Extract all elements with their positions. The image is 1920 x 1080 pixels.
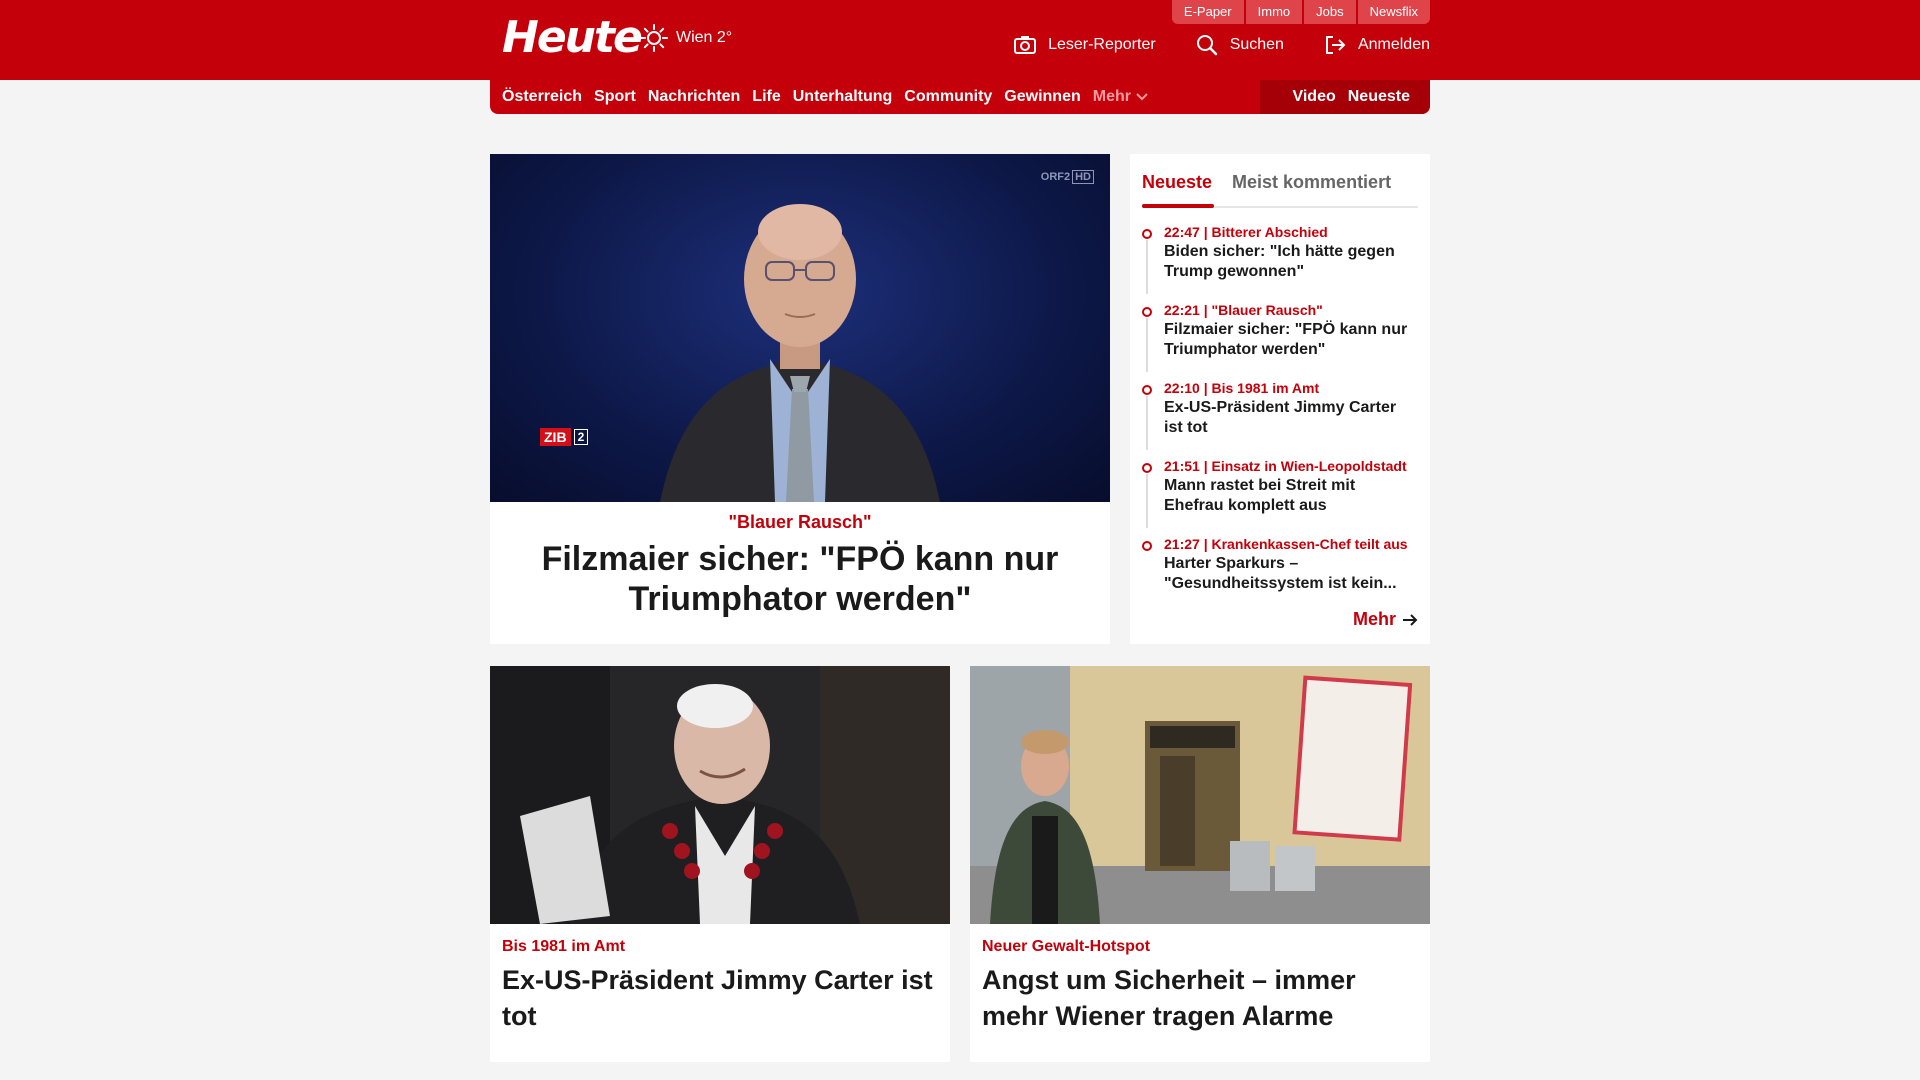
service-links: E-Paper Immo Jobs Newsflix bbox=[1170, 0, 1430, 24]
nav-item-oesterreich[interactable]: Österreich bbox=[502, 88, 582, 106]
immo-link[interactable]: Immo bbox=[1245, 0, 1303, 24]
feed-item-meta: 22:47 | Bitterer Abschied bbox=[1164, 224, 1328, 240]
timeline-dot bbox=[1142, 307, 1152, 317]
feed-item-meta: 21:27 | Krankenkassen-Chef teilt aus bbox=[1164, 536, 1408, 552]
latest-tabs: Neueste Meist kommentiert bbox=[1142, 164, 1418, 208]
feed-item-title[interactable]: Filzmaier sicher: "FPÖ kann nur Triumpha… bbox=[1164, 320, 1418, 360]
epaper-link[interactable]: E-Paper bbox=[1171, 0, 1244, 24]
feed-item-title[interactable]: Biden sicher: "Ich hätte gegen Trump gew… bbox=[1164, 242, 1418, 282]
nav-item-neueste[interactable]: Neueste bbox=[1348, 88, 1410, 106]
feed-item-meta: 21:51 | Einsatz in Wien-Leopoldstadt bbox=[1164, 458, 1407, 474]
search-icon bbox=[1196, 35, 1217, 56]
article-kicker: Neuer Gewalt-Hotspot bbox=[982, 938, 1151, 955]
nav-item-community[interactable]: Community bbox=[904, 88, 992, 106]
latest-more-link[interactable]: Mehr bbox=[1353, 609, 1418, 630]
latest-news-panel: Neueste Meist kommentiert 22:47 | Bitter… bbox=[1130, 154, 1430, 644]
arrow-right-icon bbox=[1403, 613, 1418, 626]
hero-article[interactable]: ORF2 HD ZIB 2 "Blauer Rausch" Filzmaier … bbox=[490, 154, 1110, 644]
hd-label: HD bbox=[1072, 170, 1094, 184]
feed-item-meta: 22:21 | "Blauer Rausch" bbox=[1164, 302, 1323, 318]
carter-photo-illustration bbox=[490, 666, 950, 924]
article-title[interactable]: Ex-US-Präsident Jimmy Carter ist tot bbox=[490, 956, 950, 1034]
orf2-label: ORF2 bbox=[1040, 171, 1071, 183]
article-image[interactable] bbox=[490, 666, 950, 924]
leser-reporter-label: Leser-Reporter bbox=[1048, 36, 1156, 53]
hero-image[interactable]: ORF2 HD ZIB 2 bbox=[490, 154, 1110, 502]
tab-meist-kommentiert[interactable]: Meist kommentiert bbox=[1232, 164, 1391, 206]
weather-label: Wien 2° bbox=[676, 29, 733, 46]
feed-item-title[interactable]: Ex-US-Präsident Jimmy Carter ist tot bbox=[1164, 398, 1418, 438]
timeline-dot bbox=[1142, 463, 1152, 473]
utility-nav: Leser-Reporter Suchen Anmelden bbox=[974, 34, 1430, 56]
nav-item-video[interactable]: Video bbox=[1292, 88, 1335, 106]
nav-item-unterhaltung[interactable]: Unterhaltung bbox=[793, 88, 893, 106]
article-title[interactable]: Angst um Sicherheit – immer mehr Wiener … bbox=[970, 956, 1430, 1034]
feed-item[interactable]: 22:10 | Bis 1981 im Amt Ex-US-Präsident … bbox=[1142, 380, 1418, 450]
article-card[interactable]: Bis 1981 im Amt Ex-US-Präsident Jimmy Ca… bbox=[490, 666, 950, 1062]
nav-item-nachrichten[interactable]: Nachrichten bbox=[648, 88, 740, 106]
jobs-link[interactable]: Jobs bbox=[1304, 0, 1356, 24]
nav-item-life[interactable]: Life bbox=[752, 88, 780, 106]
feed-item-title[interactable]: Harter Sparkurs – "Gesundheitssystem ist… bbox=[1164, 554, 1418, 594]
zib-label: ZIB bbox=[540, 428, 571, 446]
top-header: Heute Wien 2° E-Paper Immo Jobs Newsflix bbox=[0, 0, 1920, 80]
newsflix-link[interactable]: Newsflix bbox=[1357, 0, 1430, 24]
weather-widget[interactable]: Wien 2° bbox=[640, 24, 732, 52]
hero-kicker: "Blauer Rausch" bbox=[728, 512, 872, 532]
feed-item[interactable]: 21:51 | Einsatz in Wien-Leopoldstadt Man… bbox=[1142, 458, 1418, 528]
leser-reporter-button[interactable]: Leser-Reporter bbox=[1014, 35, 1156, 55]
heute-logo[interactable]: Heute bbox=[502, 12, 643, 63]
nav-more-label: Mehr bbox=[1092, 88, 1131, 105]
login-icon bbox=[1325, 36, 1346, 54]
feed-item[interactable]: 22:21 | "Blauer Rausch" Filzmaier sicher… bbox=[1142, 302, 1418, 372]
nav-more-dropdown[interactable]: Mehr bbox=[1093, 88, 1149, 106]
search-label: Suchen bbox=[1229, 36, 1284, 53]
latest-feed: 22:47 | Bitterer Abschied Biden sicher: … bbox=[1142, 224, 1418, 600]
timeline-dot bbox=[1142, 385, 1152, 395]
timeline-line bbox=[1146, 474, 1148, 528]
zib-number: 2 bbox=[573, 429, 589, 445]
search-button[interactable]: Suchen bbox=[1196, 34, 1284, 56]
nav-item-gewinnen[interactable]: Gewinnen bbox=[1004, 88, 1080, 106]
article-card[interactable]: Neuer Gewalt-Hotspot Angst um Sicherheit… bbox=[970, 666, 1430, 1062]
sun-icon bbox=[640, 24, 668, 52]
zib2-logo: ZIB 2 bbox=[540, 428, 589, 446]
feed-item-meta: 22:10 | Bis 1981 im Amt bbox=[1164, 380, 1320, 396]
tab-neueste[interactable]: Neueste bbox=[1142, 164, 1215, 208]
nav-item-sport[interactable]: Sport bbox=[594, 88, 636, 106]
timeline-dot bbox=[1142, 541, 1152, 551]
timeline-line bbox=[1146, 240, 1148, 294]
article-image[interactable] bbox=[970, 666, 1430, 924]
feed-item-title[interactable]: Mann rastet bei Streit mit Ehefrau kompl… bbox=[1164, 476, 1418, 516]
camera-icon bbox=[1014, 36, 1037, 54]
street-photo-illustration bbox=[970, 666, 1430, 924]
feed-item[interactable]: 22:47 | Bitterer Abschied Biden sicher: … bbox=[1142, 224, 1418, 294]
main-nav: Österreich Sport Nachrichten Life Unterh… bbox=[490, 80, 1430, 114]
orf2-watermark: ORF2 HD bbox=[1041, 170, 1094, 184]
hero-photo-illustration bbox=[660, 204, 940, 502]
timeline-line bbox=[1146, 396, 1148, 450]
latest-more-label: Mehr bbox=[1352, 609, 1396, 629]
article-kicker: Bis 1981 im Amt bbox=[502, 938, 626, 955]
feed-item[interactable]: 21:27 | Krankenkassen-Chef teilt aus Har… bbox=[1142, 536, 1418, 600]
chevron-down-icon bbox=[1136, 93, 1148, 101]
nav-right-group: Video Neueste bbox=[1260, 80, 1430, 114]
hero-title[interactable]: Filzmaier sicher: "FPÖ kann nur Triumpha… bbox=[490, 539, 1110, 619]
timeline-line bbox=[1146, 318, 1148, 372]
login-label: Anmelden bbox=[1357, 36, 1430, 53]
timeline-dot bbox=[1142, 229, 1152, 239]
login-button[interactable]: Anmelden bbox=[1324, 35, 1430, 55]
